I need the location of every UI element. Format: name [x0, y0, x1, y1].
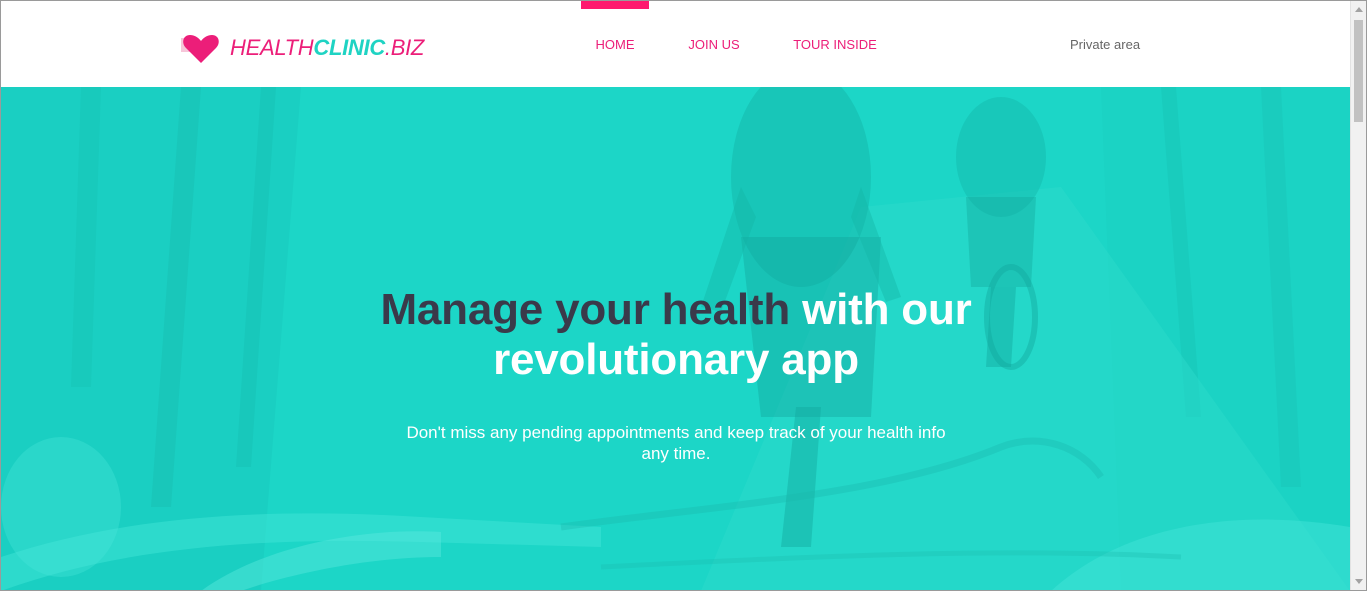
private-area-link[interactable]: Private area [1059, 1, 1151, 87]
scroll-up-arrow-icon[interactable] [1351, 1, 1366, 18]
hero-title: Manage your health with our revolutionar… [301, 285, 1051, 385]
hero-subtitle: Don't miss any pending appointments and … [406, 423, 946, 463]
hero-title-highlight: Manage your health [380, 285, 791, 334]
nav-join-us-label: JOIN US [688, 36, 740, 52]
hero-section: Manage your health with our revolutionar… [1, 87, 1350, 590]
heart-icon [181, 31, 221, 65]
scroll-down-arrow-icon[interactable] [1351, 573, 1366, 590]
page-scrollbar[interactable] [1350, 1, 1366, 590]
nav-home-link[interactable]: HOME [581, 1, 649, 87]
site-header: HEALTHCLINIC.BIZ HOME JOIN US TOUR INSID… [1, 1, 1350, 87]
site-logo[interactable]: HEALTHCLINIC.BIZ [181, 31, 424, 65]
nav-join-us-link[interactable]: JOIN US [675, 1, 753, 87]
scrollbar-thumb[interactable] [1354, 20, 1363, 122]
nav-home-label: HOME [595, 36, 635, 52]
nav-tour-inside-link[interactable]: TOUR INSIDE [781, 1, 889, 87]
nav-tour-inside-label: TOUR INSIDE [793, 36, 877, 52]
site-logo-text: HEALTHCLINIC.BIZ [230, 35, 425, 60]
private-area-label: Private area [1069, 36, 1141, 52]
browser-page: HEALTHCLINIC.BIZ HOME JOIN US TOUR INSID… [0, 0, 1367, 591]
